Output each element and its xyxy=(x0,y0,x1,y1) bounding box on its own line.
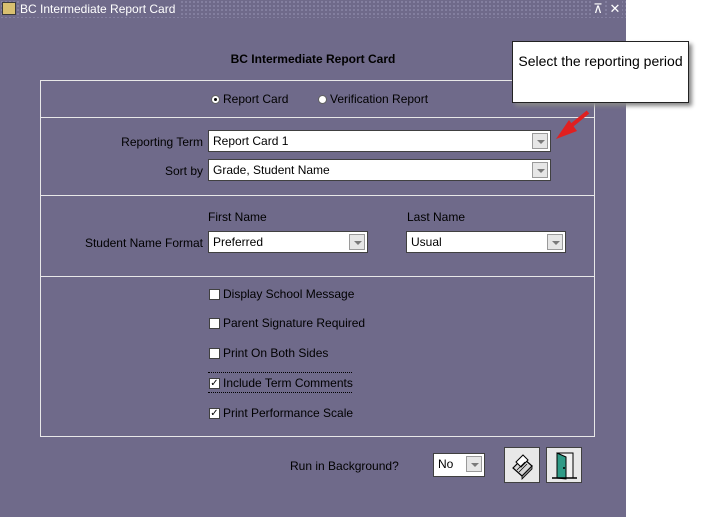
callout-arrow-icon xyxy=(556,110,590,139)
